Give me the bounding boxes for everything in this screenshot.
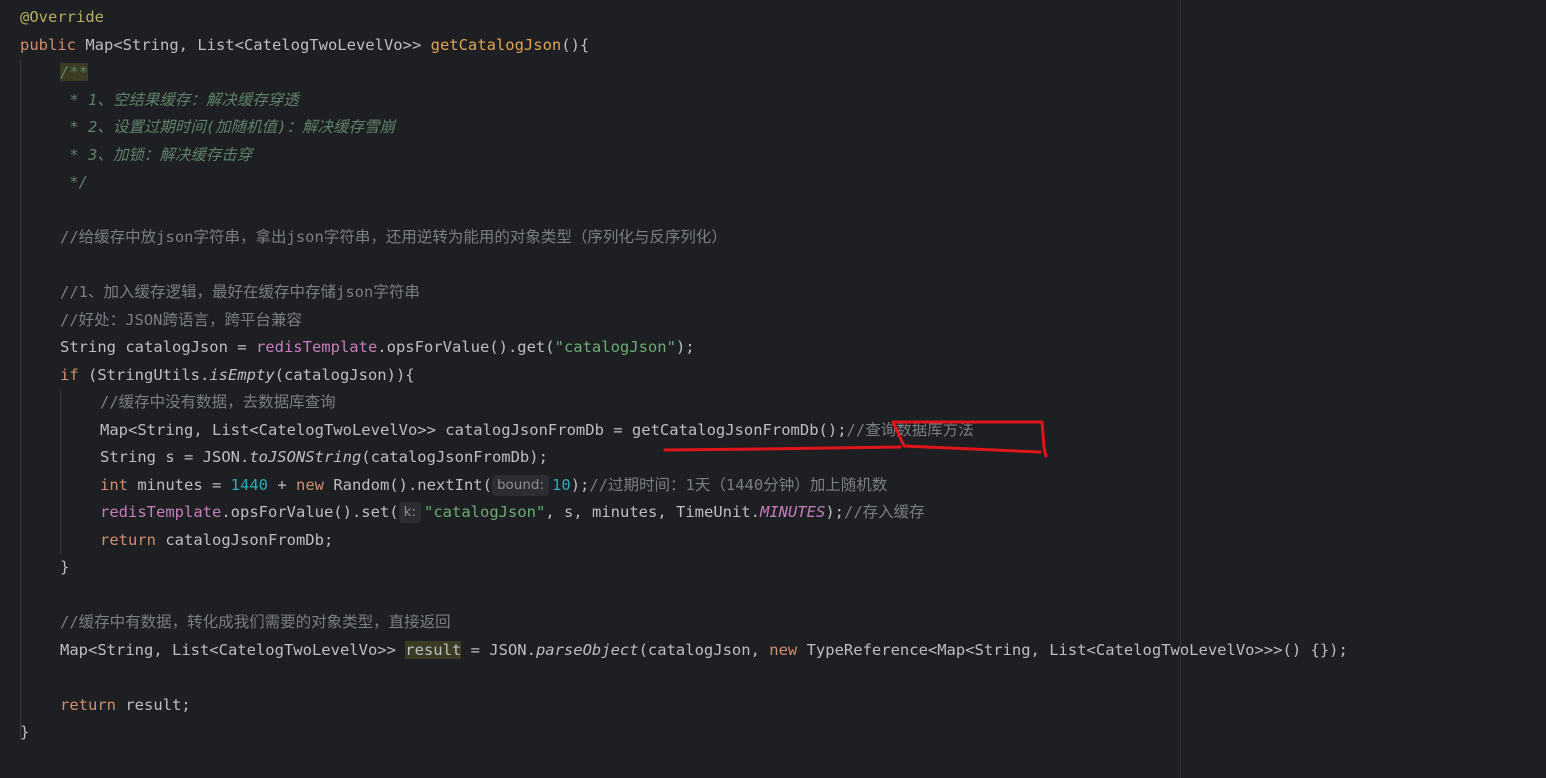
underline-mark [663,445,902,452]
box-mark [891,420,1048,458]
red-pen-annotation [663,420,1048,458]
code-editor[interactable]: @Override public Map<String, List<Catelo… [0,0,1546,778]
